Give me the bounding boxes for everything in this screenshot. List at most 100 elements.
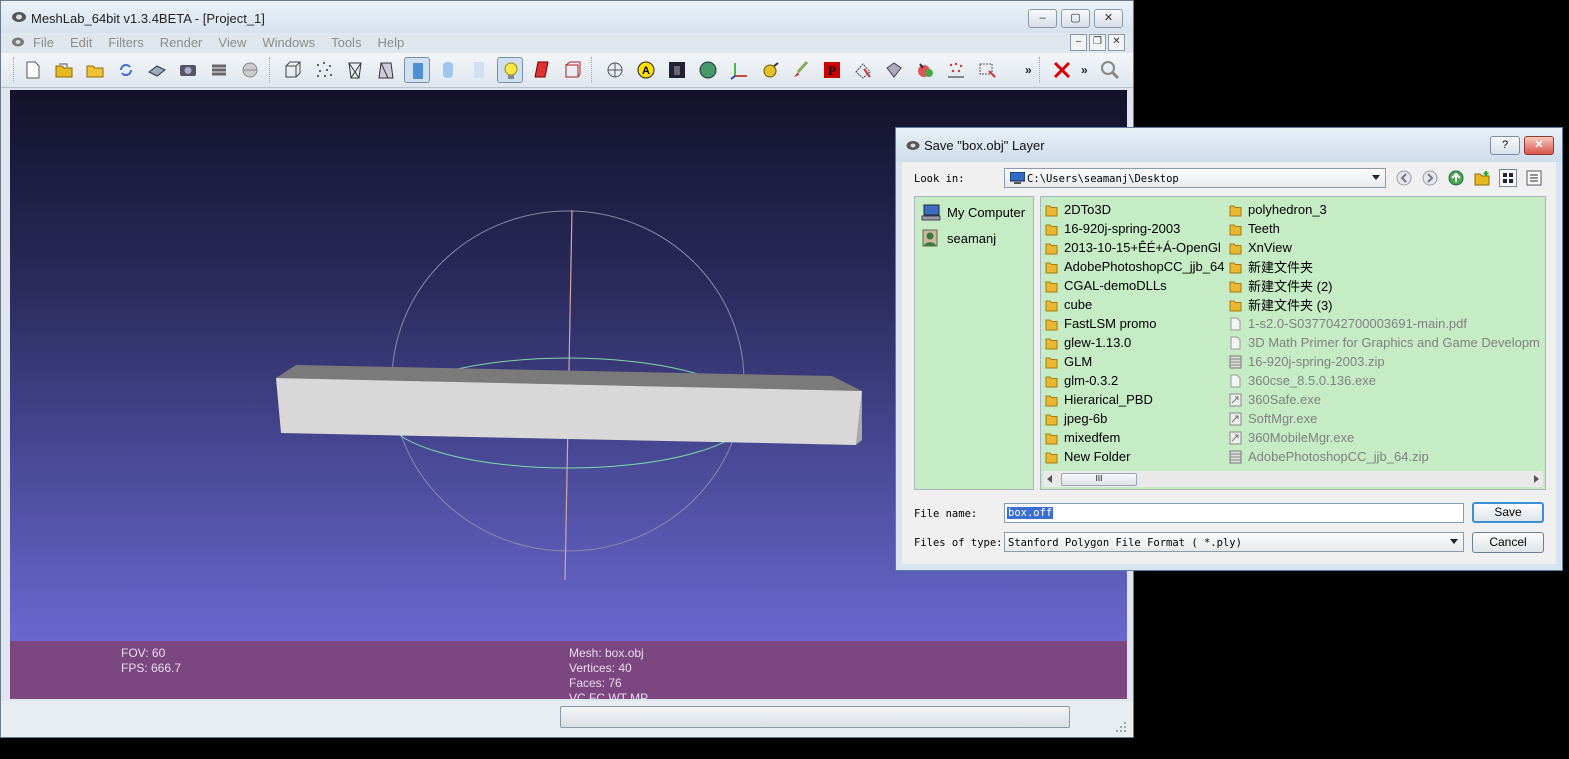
file-name-input[interactable]: box.off bbox=[1004, 503, 1464, 523]
lighting-button[interactable] bbox=[497, 57, 523, 83]
doc-minimize-button[interactable]: – bbox=[1070, 34, 1087, 51]
trackball-button[interactable] bbox=[602, 57, 628, 83]
flat-shading-button[interactable] bbox=[404, 57, 430, 83]
wireframe-button[interactable] bbox=[342, 57, 368, 83]
annotate-button[interactable]: A bbox=[633, 57, 659, 83]
folder-item[interactable]: AdobePhotoshopCC_jjb_64 bbox=[1045, 257, 1224, 276]
select-faces-button[interactable] bbox=[850, 57, 876, 83]
menu-file[interactable]: File bbox=[33, 35, 54, 50]
folder-item[interactable]: XnView bbox=[1229, 238, 1540, 257]
points-button[interactable] bbox=[311, 57, 337, 83]
hidden-lines-button[interactable] bbox=[373, 57, 399, 83]
dialog-title-bar[interactable]: Save "box.obj" Layer ? ✕ bbox=[896, 128, 1562, 162]
import-mesh-button[interactable] bbox=[82, 57, 108, 83]
raster-button[interactable] bbox=[237, 57, 263, 83]
align-button[interactable] bbox=[974, 57, 1000, 83]
open-project-button[interactable] bbox=[51, 57, 77, 83]
layers-button[interactable] bbox=[206, 57, 232, 83]
folder-item[interactable]: mixedfem bbox=[1045, 428, 1224, 447]
scroll-left-icon[interactable] bbox=[1047, 475, 1052, 483]
folder-item[interactable]: 新建文件夹 bbox=[1229, 257, 1540, 276]
smooth-shading-button[interactable] bbox=[435, 57, 461, 83]
quality-mapper-button[interactable] bbox=[695, 57, 721, 83]
folder-item[interactable]: jpeg-6b bbox=[1045, 409, 1224, 428]
save-button[interactable] bbox=[144, 57, 170, 83]
menu-windows[interactable]: Windows bbox=[262, 35, 315, 50]
toolbar-overflow-button[interactable]: » bbox=[1025, 63, 1032, 77]
maximize-button[interactable]: ▢ bbox=[1061, 9, 1090, 28]
toolbar-grip[interactable] bbox=[13, 57, 16, 83]
look-in-combo[interactable]: C:\Users\seamanj\Desktop bbox=[1004, 168, 1386, 188]
folder-item[interactable]: 新建文件夹 (3) bbox=[1229, 295, 1540, 314]
measure-button[interactable] bbox=[757, 57, 783, 83]
texture-button[interactable] bbox=[466, 57, 492, 83]
back-arrow-icon[interactable] bbox=[1395, 169, 1413, 187]
new-folder-icon[interactable] bbox=[1473, 169, 1491, 187]
back-face-button[interactable] bbox=[559, 57, 585, 83]
folder-item[interactable]: FastLSM promo bbox=[1045, 314, 1224, 333]
folder-item[interactable]: glm-0.3.2 bbox=[1045, 371, 1224, 390]
file-item[interactable]: AdobePhotoshopCC_jjb_64.zip bbox=[1229, 447, 1540, 466]
up-folder-icon[interactable] bbox=[1447, 169, 1465, 187]
segmentation-button[interactable] bbox=[912, 57, 938, 83]
folder-item[interactable]: polyhedron_3 bbox=[1229, 200, 1540, 219]
sidebar-item-my-computer[interactable]: My Computer bbox=[921, 201, 1025, 223]
doc-restore-button[interactable]: ❐ bbox=[1089, 34, 1106, 51]
pick-points-button[interactable]: P bbox=[819, 57, 845, 83]
toolbar-overflow-button-2[interactable]: » bbox=[1081, 63, 1088, 77]
axis-button[interactable] bbox=[726, 57, 752, 83]
document-window-icon[interactable] bbox=[11, 36, 25, 48]
reference-button[interactable] bbox=[943, 57, 969, 83]
snapshot-button[interactable] bbox=[175, 57, 201, 83]
folder-item[interactable]: CGAL-demoDLLs bbox=[1045, 276, 1224, 295]
cancel-button[interactable]: Cancel bbox=[1472, 532, 1544, 553]
sidebar-item-seamanj[interactable]: seamanj bbox=[921, 227, 996, 249]
file-item[interactable]: 3D Math Primer for Graphics and Game Dev… bbox=[1229, 333, 1540, 352]
dialog-close-button[interactable]: ✕ bbox=[1524, 136, 1554, 155]
folder-item[interactable]: glew-1.13.0 bbox=[1045, 333, 1224, 352]
doc-close-button[interactable]: ✕ bbox=[1108, 34, 1125, 51]
folder-item[interactable]: cube bbox=[1045, 295, 1224, 314]
file-item[interactable]: 360cse_8.5.0.136.exe bbox=[1229, 371, 1540, 390]
file-item[interactable]: 1-s2.0-S0377042700003691-main.pdf bbox=[1229, 314, 1540, 333]
list-view-button[interactable] bbox=[1499, 169, 1517, 187]
close-edit-button[interactable] bbox=[1049, 57, 1075, 83]
reload-button[interactable] bbox=[113, 57, 139, 83]
help-button[interactable]: ? bbox=[1490, 136, 1520, 155]
folder-item[interactable]: 新建文件夹 (2) bbox=[1229, 276, 1540, 295]
bbox-button[interactable] bbox=[280, 57, 306, 83]
file-item[interactable]: SoftMgr.exe bbox=[1229, 409, 1540, 428]
paint-button[interactable] bbox=[788, 57, 814, 83]
menu-help[interactable]: Help bbox=[377, 35, 404, 50]
double-side-button[interactable] bbox=[528, 57, 554, 83]
folder-item[interactable]: Teeth bbox=[1229, 219, 1540, 238]
menu-view[interactable]: View bbox=[218, 35, 246, 50]
new-project-button[interactable] bbox=[20, 57, 46, 83]
detail-view-button[interactable] bbox=[1525, 169, 1543, 187]
menu-render[interactable]: Render bbox=[160, 35, 203, 50]
forward-arrow-icon[interactable] bbox=[1421, 169, 1439, 187]
scroll-right-icon[interactable] bbox=[1534, 475, 1539, 483]
menu-tools[interactable]: Tools bbox=[331, 35, 361, 50]
file-type-combo[interactable]: Stanford Polygon File Format ( *.ply) bbox=[1004, 532, 1464, 552]
folder-item[interactable]: 2013-10-15+ÊÉ+Á-OpenGl bbox=[1045, 238, 1224, 257]
select-vertices-button[interactable] bbox=[881, 57, 907, 83]
close-button[interactable]: ✕ bbox=[1094, 9, 1123, 28]
title-bar[interactable]: MeshLab_64bit v1.3.4BETA - [Project_1] –… bbox=[1, 1, 1133, 33]
render-shader-button[interactable] bbox=[664, 57, 690, 83]
file-item[interactable]: 360Safe.exe bbox=[1229, 390, 1540, 409]
folder-item[interactable]: New Folder bbox=[1045, 447, 1224, 466]
scroll-thumb[interactable]: III bbox=[1061, 473, 1137, 486]
folder-item[interactable]: GLM bbox=[1045, 352, 1224, 371]
horizontal-scrollbar[interactable]: III bbox=[1043, 471, 1543, 487]
save-dialog-button[interactable]: Save bbox=[1472, 502, 1544, 523]
menu-filters[interactable]: Filters bbox=[108, 35, 143, 50]
folder-item[interactable]: 2DTo3D bbox=[1045, 200, 1224, 219]
search-button[interactable] bbox=[1097, 57, 1123, 83]
menu-edit[interactable]: Edit bbox=[70, 35, 92, 50]
minimize-button[interactable]: – bbox=[1028, 9, 1057, 28]
file-item[interactable]: 16-920j-spring-2003.zip bbox=[1229, 352, 1540, 371]
folder-item[interactable]: Hierarical_PBD bbox=[1045, 390, 1224, 409]
resize-grip-icon[interactable] bbox=[1115, 721, 1127, 733]
file-item[interactable]: 360MobileMgr.exe bbox=[1229, 428, 1540, 447]
